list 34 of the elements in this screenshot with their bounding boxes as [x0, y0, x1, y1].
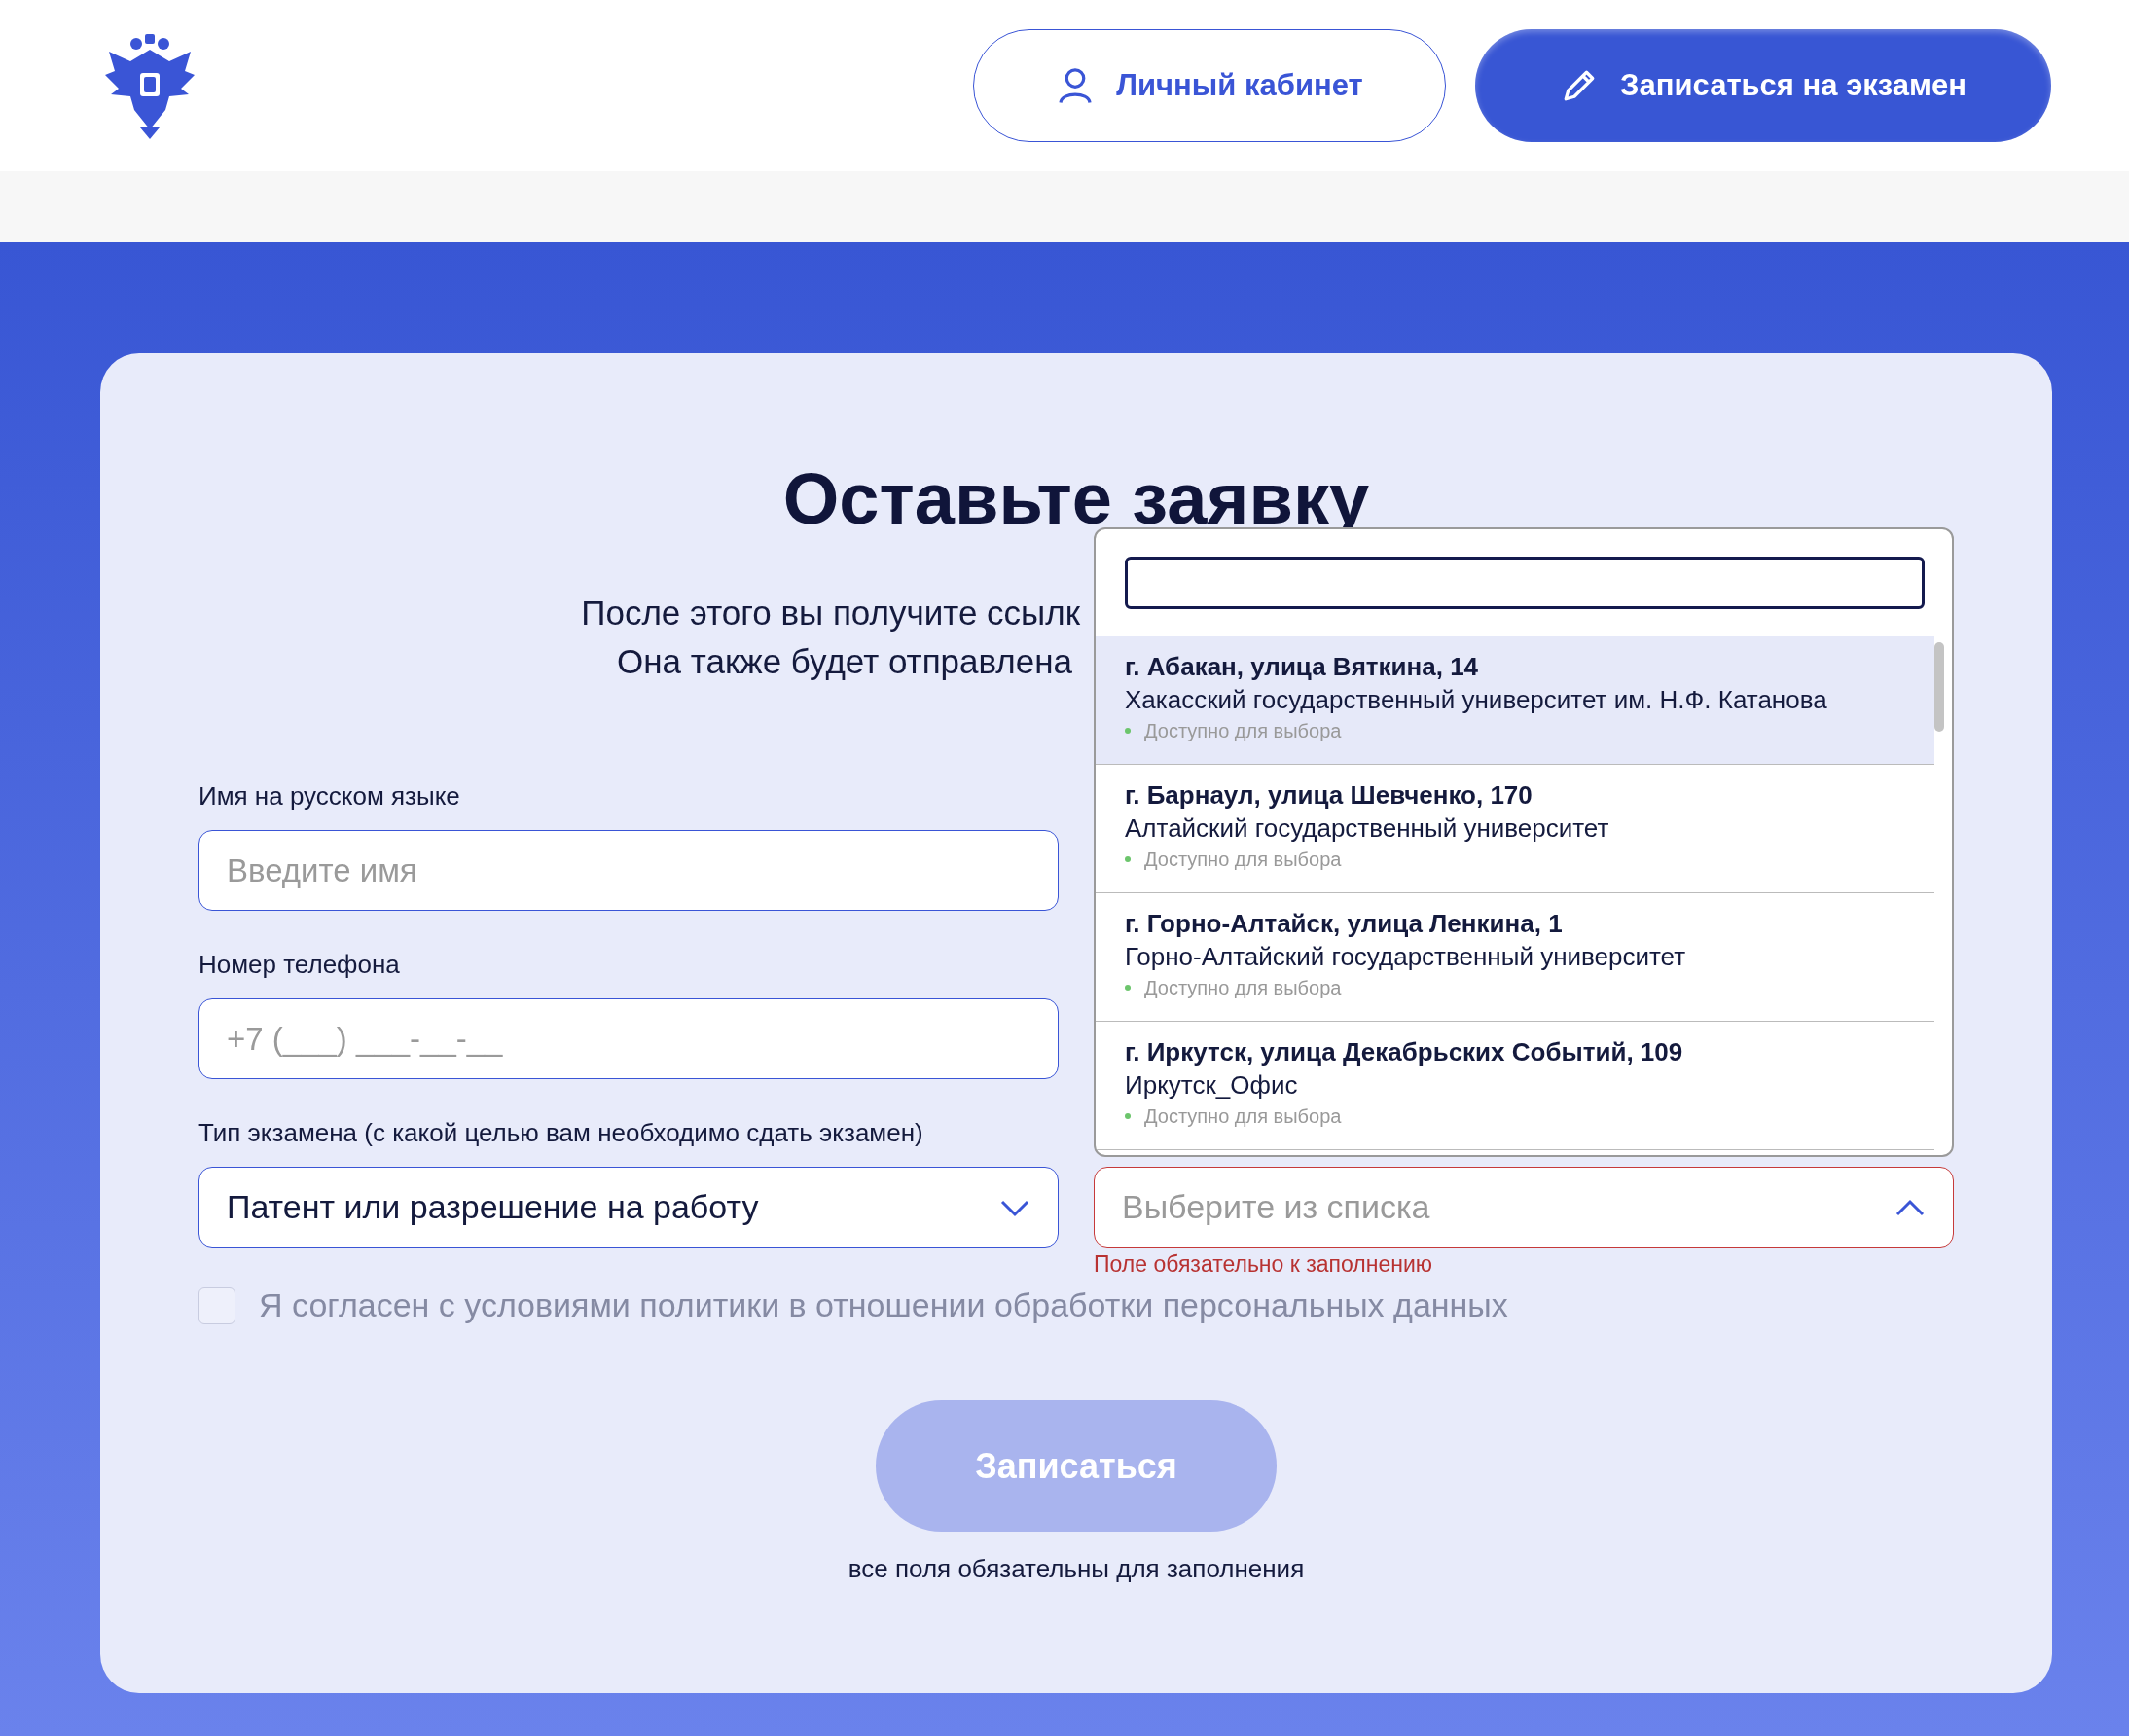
required-note: все поля обязательны для заполнения — [848, 1553, 1305, 1585]
consent-checkbox[interactable] — [198, 1286, 235, 1324]
exam-signup-button[interactable]: Записаться на экзамен — [1475, 29, 2051, 142]
search-field[interactable] — [1125, 557, 1925, 609]
personal-account-button[interactable]: Личный кабинет — [973, 29, 1446, 142]
option-status: Доступно для выбора — [1144, 848, 1342, 872]
consent-text: Я согласен с условиями политики в отношении обработки персональных данных — [259, 1286, 1508, 1324]
error-message: Поле обязательно к заполнению — [1094, 1251, 1432, 1278]
option-address: г. Барнаул, улица Шевченко, 170 — [1125, 779, 1534, 812]
input-field[interactable]: Введите имя — [198, 830, 1059, 911]
option-status: Доступно для выбора — [1144, 1104, 1342, 1129]
option-status: Доступно для выбора — [1144, 719, 1342, 743]
center-option[interactable]: г. Иркутск, улица Декабрьских Событий, 109 Иркутск_Офис Доступно для выбора — [1096, 1022, 1934, 1150]
option-status: Доступно для выбора — [1144, 976, 1342, 1000]
input-field[interactable]: +7 (___) ___-__-__ — [198, 998, 1059, 1079]
chevron-icon — [1894, 1197, 1926, 1217]
scrollbar-thumb[interactable] — [1934, 642, 1944, 732]
option-address: г. Абакан, улица Вяткина, 14 — [1125, 651, 1480, 683]
option-address: г. Горно-Алтайск, улица Ленкина, 1 — [1125, 908, 1564, 940]
center-option[interactable]: г. Горно-Алтайск, улица Ленкина, 1 Горно-Алтайский государственный университет Доступно для выбора — [1096, 893, 1934, 1022]
option-name: Алтайский государственный университет — [1125, 813, 1610, 845]
subtitle-text: После этого вы получите ссылк — [580, 593, 1080, 633]
option-address: г. Иркутск, улица Декабрьских Событий, 109 — [1125, 1036, 1684, 1068]
center-option[interactable]: г. Абакан, улица Вяткина, 14 Хакасский государственный университет им. Н.Ф. Катанова Доступно для выбора — [1096, 636, 1934, 765]
center-option[interactable]: г. Барнаул, улица Шевченко, 170 Алтайский государственный университет Доступно для выбора — [1096, 765, 1934, 893]
field-label: Имя на русском языке — [198, 781, 461, 811]
field-label: Номер телефона — [198, 950, 401, 979]
option-name: Горно-Алтайский государственный университет — [1125, 941, 1687, 973]
exam-type-select[interactable]: Патент или разрешение на работу — [198, 1167, 1059, 1248]
option-name: Иркутск_Офис — [1125, 1069, 1299, 1102]
field-label: Тип экзамена (с какой целью вам необходимо сдать экзамен) — [198, 1118, 924, 1147]
subtitle-text: Она также будет отправлена — [616, 641, 1073, 682]
form-title: Оставьте заявку — [781, 457, 1371, 541]
option-name: Хакасский государственный университет им. Н.Ф. Катанова — [1125, 684, 1828, 716]
